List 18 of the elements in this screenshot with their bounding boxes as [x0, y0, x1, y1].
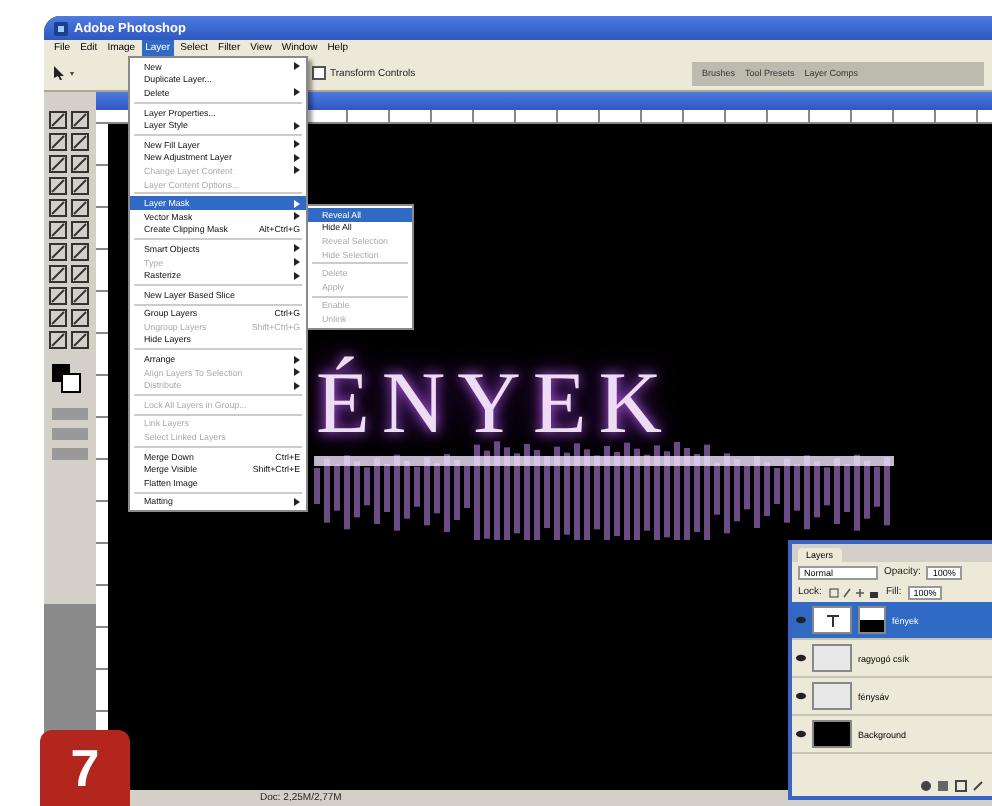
eye-icon[interactable]	[796, 692, 806, 700]
submenu-arrow-icon	[294, 62, 300, 71]
step-number: 7	[40, 730, 130, 806]
layer-thumbnail	[812, 682, 852, 710]
canvas-text: ÉNYEK	[316, 352, 675, 454]
lock-icons-drawing	[827, 587, 880, 597]
eye-icon[interactable]	[796, 654, 806, 662]
submenu-arrow-icon	[294, 497, 300, 506]
checkbox[interactable]	[312, 66, 326, 80]
submenu-arrow-icon	[294, 121, 300, 130]
type-icon	[825, 613, 839, 627]
layer-thumbnail	[812, 644, 852, 672]
panel-buttons-drawing	[918, 780, 986, 792]
submenu-arrow-icon	[294, 88, 300, 97]
layer-thumbnail	[812, 720, 852, 748]
app-icon	[54, 21, 68, 35]
move-tool-icon[interactable]	[52, 64, 76, 82]
eye-icon[interactable]	[796, 730, 806, 738]
